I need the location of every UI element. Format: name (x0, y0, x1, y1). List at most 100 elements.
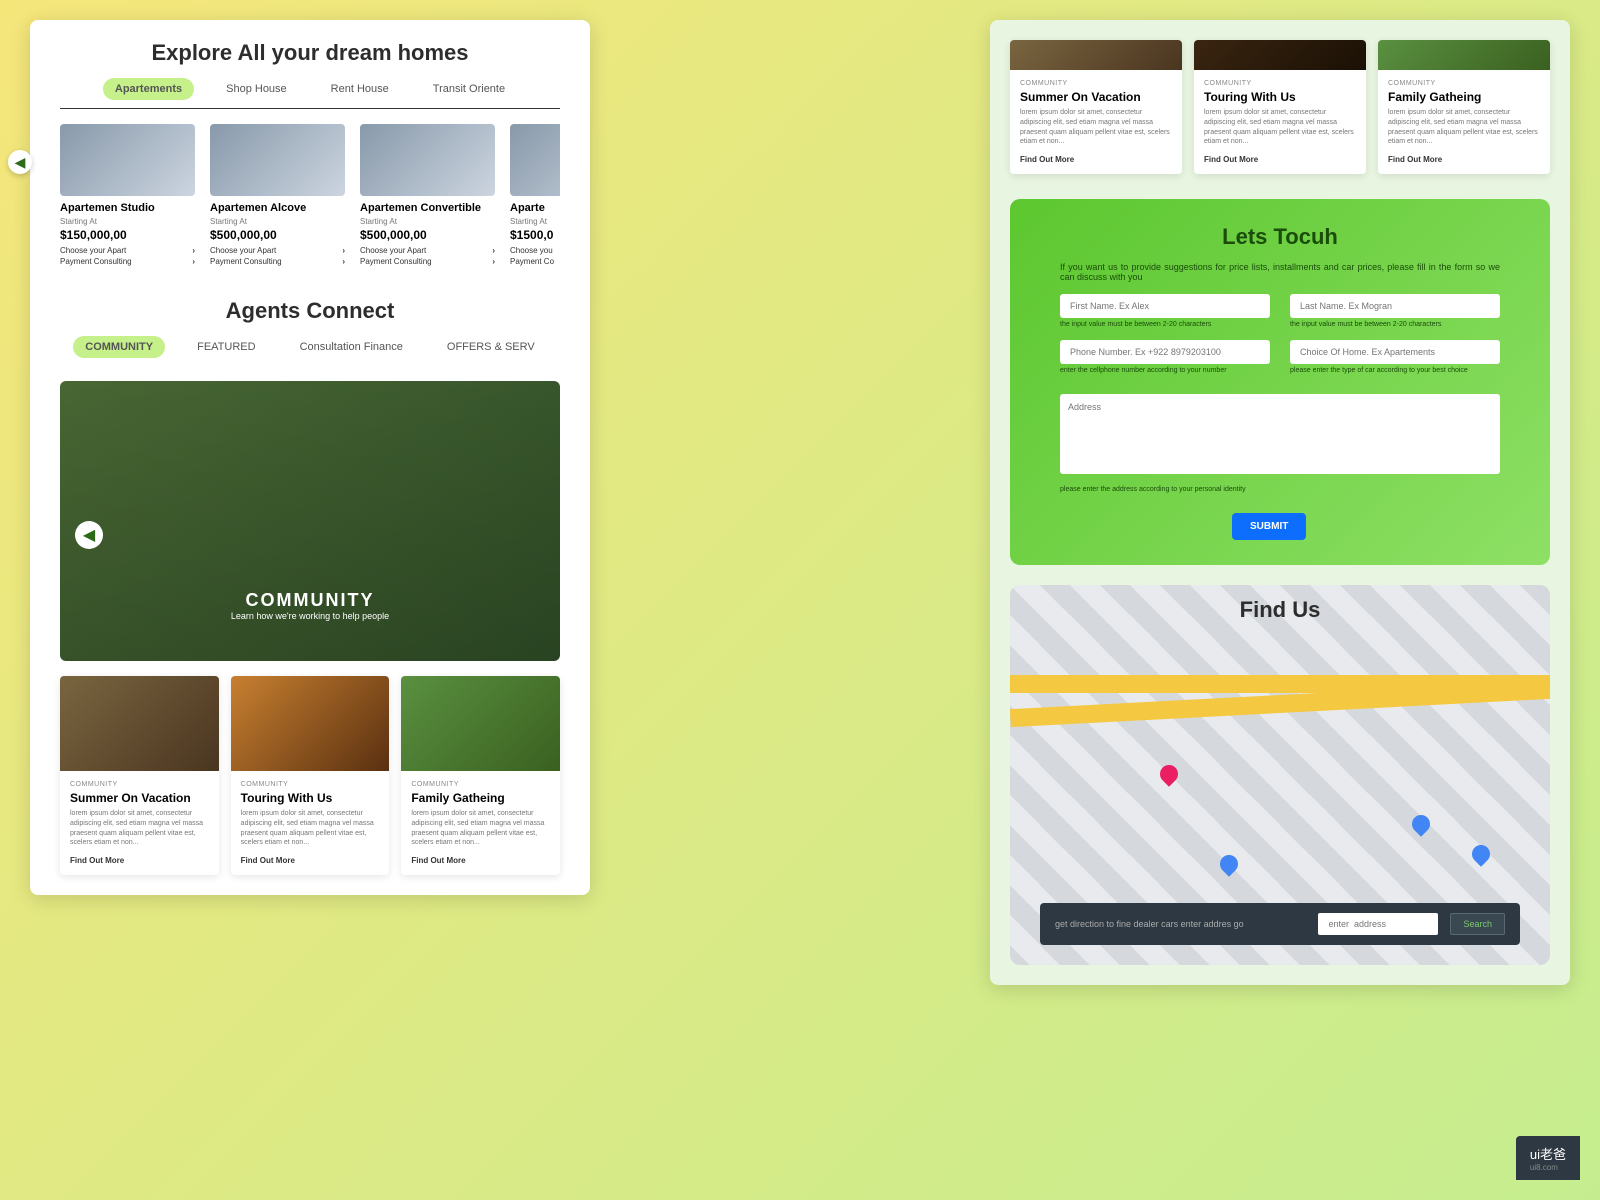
tab-apartements[interactable]: Apartements (103, 78, 194, 100)
card-tag: COMMUNITY (241, 781, 380, 788)
chevron-right-icon: › (342, 257, 345, 266)
card-desc: lorem ipsum dolor sit amet, consectetur … (411, 809, 550, 848)
starting-label: Starting At (60, 217, 195, 226)
map-address-input[interactable] (1318, 913, 1438, 935)
last-name-input[interactable] (1290, 294, 1500, 318)
map-title: Find Us (1010, 585, 1550, 623)
choice-hint: please enter the type of car according t… (1290, 367, 1500, 374)
listing-title: Aparte (510, 202, 560, 214)
last-name-hint: the input value must be between 2-20 cha… (1290, 321, 1500, 328)
article-card: COMMUNITY Summer On Vacation lorem ipsum… (1010, 40, 1182, 174)
listing-card: Apartemen Convertible Starting At $500,0… (360, 124, 495, 268)
chevron-right-icon: › (192, 257, 195, 266)
map-prompt: get direction to fine dealer cars enter … (1055, 919, 1306, 929)
tab-renthouse[interactable]: Rent House (319, 78, 401, 100)
address-hint: please enter the address according to yo… (1040, 486, 1520, 493)
chevron-left-icon: ◀ (83, 525, 95, 545)
contact-form: Lets Tocuh If you want us to provide sug… (1010, 199, 1550, 565)
first-name-hint: the input value must be between 2-20 cha… (1060, 321, 1270, 328)
choice-input[interactable] (1290, 340, 1500, 364)
payment-consulting-link[interactable]: Payment Consulting› (210, 257, 345, 266)
listing-card: Apartemen Studio Starting At $150,000,00… (60, 124, 195, 268)
listing-price: $500,000,00 (210, 228, 345, 242)
find-out-more-link[interactable]: Find Out More (1204, 155, 1356, 164)
watermark-brand: ui老爸 (1530, 1147, 1566, 1162)
choose-apart-link[interactable]: Choose you› (510, 246, 560, 255)
chevron-right-icon: › (492, 246, 495, 255)
phone-input[interactable] (1060, 340, 1270, 364)
card-tag: COMMUNITY (1020, 80, 1172, 87)
find-out-more-link[interactable]: Find Out More (1388, 155, 1540, 164)
phone-hint: enter the cellphone number according to … (1060, 367, 1270, 374)
listing-price: $1500,0 (510, 228, 560, 242)
agents-tabs: COMMUNITY FEATURED Consultation Finance … (60, 336, 560, 366)
hero-prev-button[interactable]: ◀ (75, 521, 103, 549)
right-panel: COMMUNITY Summer On Vacation lorem ipsum… (990, 20, 1570, 985)
card-title: Summer On Vacation (70, 791, 209, 805)
top-cards: COMMUNITY Summer On Vacation lorem ipsum… (1010, 40, 1550, 174)
payment-consulting-link[interactable]: Payment Co› (510, 257, 560, 266)
map-search-button[interactable]: Search (1450, 913, 1505, 935)
find-out-more-link[interactable]: Find Out More (411, 856, 550, 865)
article-card: COMMUNITY Touring With Us lorem ipsum do… (1194, 40, 1366, 174)
chevron-right-icon: › (192, 246, 195, 255)
tab-consultation[interactable]: Consultation Finance (288, 336, 415, 358)
card-title: Family Gatheing (411, 791, 550, 805)
starting-label: Starting At (210, 217, 345, 226)
choose-apart-link[interactable]: Choose your Apart› (360, 246, 495, 255)
chevron-right-icon: › (342, 246, 345, 255)
tab-shophouse[interactable]: Shop House (214, 78, 299, 100)
find-out-more-link[interactable]: Find Out More (241, 856, 380, 865)
card-image (401, 676, 560, 771)
watermark-url: ui8.com (1530, 1163, 1566, 1172)
listing-image (210, 124, 345, 196)
tab-community[interactable]: COMMUNITY (73, 336, 165, 358)
card-image (1378, 40, 1550, 70)
find-out-more-link[interactable]: Find Out More (70, 856, 209, 865)
article-card: COMMUNITY Family Gatheing lorem ipsum do… (401, 676, 560, 875)
payment-consulting-link[interactable]: Payment Consulting› (360, 257, 495, 266)
card-title: Summer On Vacation (1020, 90, 1172, 104)
listing-card: Apartemen Alcove Starting At $500,000,00… (210, 124, 345, 268)
card-desc: lorem ipsum dolor sit amet, consectetur … (1388, 108, 1540, 147)
chevron-left-icon: ◀ (15, 154, 26, 171)
address-input[interactable] (1060, 394, 1500, 474)
card-tag: COMMUNITY (1388, 80, 1540, 87)
choose-apart-link[interactable]: Choose your Apart› (60, 246, 195, 255)
map-search-bar: get direction to fine dealer cars enter … (1040, 903, 1520, 945)
card-tag: COMMUNITY (1204, 80, 1356, 87)
card-desc: lorem ipsum dolor sit amet, consectetur … (70, 809, 209, 848)
agents-title: Agents Connect (60, 298, 560, 324)
card-tag: COMMUNITY (70, 781, 209, 788)
starting-label: Starting At (360, 217, 495, 226)
chevron-right-icon: › (492, 257, 495, 266)
listing-card: Aparte Starting At $1500,0 Choose you› P… (510, 124, 560, 268)
hero-subtitle: Learn how we're working to help people (231, 611, 389, 621)
card-desc: lorem ipsum dolor sit amet, consectetur … (241, 809, 380, 848)
find-out-more-link[interactable]: Find Out More (1020, 155, 1172, 164)
choose-apart-link[interactable]: Choose your Apart› (210, 246, 345, 255)
first-name-input[interactable] (1060, 294, 1270, 318)
card-title: Family Gatheing (1388, 90, 1540, 104)
card-image (231, 676, 390, 771)
card-desc: lorem ipsum dolor sit amet, consectetur … (1020, 108, 1172, 147)
submit-button[interactable]: SUBMIT (1232, 513, 1306, 540)
map-panel: Find Us get direction to fine dealer car… (1010, 585, 1550, 965)
hero-title: COMMUNITY (246, 590, 375, 611)
listings-row: Apartemen Studio Starting At $150,000,00… (60, 124, 560, 268)
card-image (1194, 40, 1366, 70)
hero-banner: ◀ COMMUNITY Learn how we're working to h… (60, 381, 560, 661)
watermark: ui老爸 ui8.com (1516, 1136, 1580, 1180)
explore-title: Explore All your dream homes (60, 40, 560, 66)
carousel-prev-button[interactable]: ◀ (8, 150, 32, 174)
card-title: Touring With Us (241, 791, 380, 805)
card-image (60, 676, 219, 771)
listing-title: Apartemen Studio (60, 202, 195, 214)
tab-transit[interactable]: Transit Oriente (421, 78, 517, 100)
tab-featured[interactable]: FEATURED (185, 336, 267, 358)
payment-consulting-link[interactable]: Payment Consulting› (60, 257, 195, 266)
card-title: Touring With Us (1204, 90, 1356, 104)
listing-price: $150,000,00 (60, 228, 195, 242)
tab-offers[interactable]: OFFERS & SERV (435, 336, 547, 358)
starting-label: Starting At (510, 217, 560, 226)
